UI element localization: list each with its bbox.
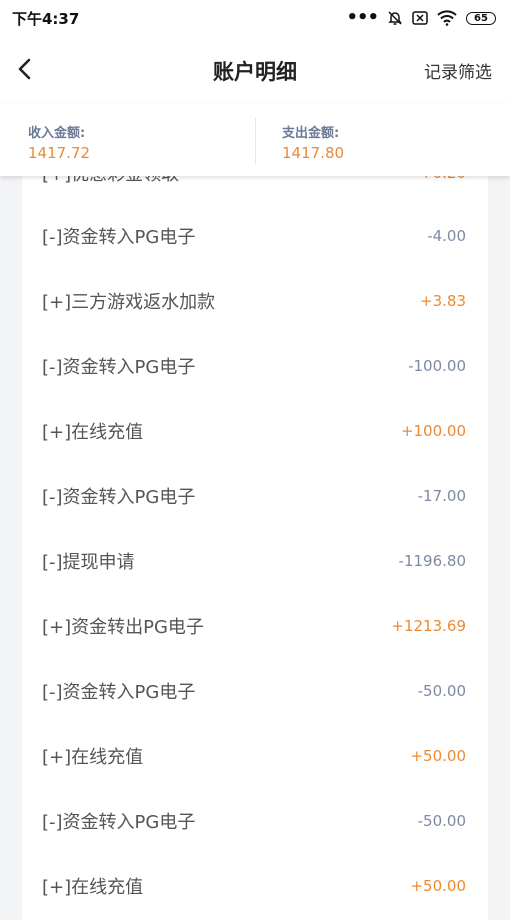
record-amount: -17.00 (417, 486, 466, 505)
sim-off-icon (412, 11, 428, 25)
status-bar: 下午4:37 ••• 65 (0, 0, 510, 36)
status-time: 下午4:37 (12, 9, 80, 28)
record-desc: [+]在线充值 (42, 421, 144, 443)
record-row[interactable]: [-]资金转入PG电子 -17.00 (22, 463, 488, 528)
income-label: 收入金额: (28, 126, 86, 141)
record-desc: [+]资金转出PG电子 (42, 616, 204, 638)
record-row[interactable]: [-]资金转入PG电子 -50.00 (22, 658, 488, 723)
record-row[interactable]: [-]提现申请 -1196.80 (22, 528, 488, 593)
record-desc: [-]资金转入PG电子 (42, 681, 196, 703)
expense-label: 支出金额: (282, 126, 340, 141)
record-row[interactable]: [-]资金转入PG电子 -50.00 (22, 788, 488, 853)
income-value: 1417.72 (28, 144, 91, 162)
wifi-icon (437, 10, 457, 26)
record-row[interactable]: [-]资金转入PG电子 -4.00 (22, 203, 488, 268)
status-icons: ••• 65 (346, 7, 496, 28)
record-row[interactable]: [+]在线充值 +100.00 (22, 398, 488, 463)
record-amount: -50.00 (417, 681, 466, 700)
record-row[interactable]: [+]三方游戏返水加款 +3.83 (22, 268, 488, 333)
record-amount: +1213.69 (391, 616, 466, 635)
more-dots-icon: ••• (346, 7, 379, 28)
record-desc: [-]资金转入PG电子 (42, 811, 196, 833)
record-desc: [+]三方游戏返水加款 (42, 291, 216, 313)
expense-value: 1417.80 (282, 144, 345, 162)
record-row[interactable]: [+]资金转出PG电子 +1213.69 (22, 593, 488, 658)
summary-divider (255, 118, 256, 164)
record-amount: -50.00 (417, 811, 466, 830)
income-summary: 收入金额: 1417.72 (28, 122, 90, 162)
record-amount: -1196.80 (398, 551, 466, 570)
record-amount: -4.00 (427, 226, 466, 245)
record-amount: -100.00 (408, 356, 466, 375)
record-desc: [-]提现申请 (42, 551, 135, 573)
record-amount: +3.83 (420, 291, 466, 310)
record-row[interactable]: [-]资金转入PG电子 -100.00 (22, 333, 488, 398)
records-list[interactable]: [+]优惠彩金领取 +0.20 [-]资金转入PG电子 -4.00 [+]三方游… (22, 140, 488, 920)
record-row[interactable]: [+]在线充值 +50.00 (22, 723, 488, 788)
record-amount: +50.00 (410, 876, 466, 895)
record-desc: [-]资金转入PG电子 (42, 356, 196, 378)
record-desc: [+]在线充值 (42, 746, 144, 768)
battery-icon: 65 (466, 11, 496, 25)
record-row[interactable]: [+]在线充值 +50.00 (22, 853, 488, 918)
record-filter-button[interactable]: 记录筛选 (424, 58, 492, 83)
record-desc: [+]在线充值 (42, 876, 144, 898)
bell-muted-icon (388, 11, 402, 25)
expense-summary: 支出金额: 1417.80 (282, 122, 344, 162)
summary-panel: 收入金额: 1417.72 支出金额: 1417.80 (0, 104, 510, 176)
record-desc: [-]资金转入PG电子 (42, 486, 196, 508)
record-desc: [-]资金转入PG电子 (42, 226, 196, 248)
record-amount: +100.00 (400, 421, 466, 440)
record-amount: +50.00 (410, 746, 466, 765)
nav-bar: 账户明细 记录筛选 (0, 36, 510, 104)
